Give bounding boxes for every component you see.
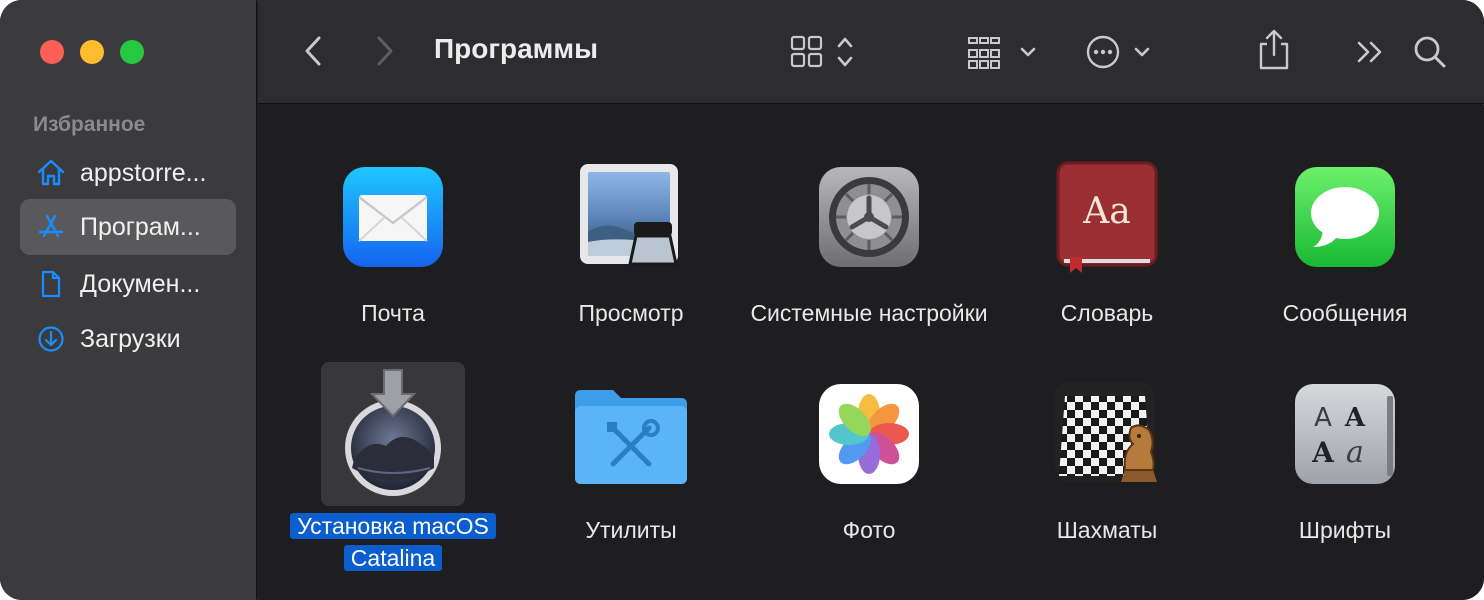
close-button[interactable] — [40, 40, 64, 64]
app-label: Шахматы — [1056, 517, 1158, 543]
font-book-icon: A A A a — [1273, 362, 1417, 506]
svg-text:A: A — [1311, 436, 1335, 469]
applications-icon — [34, 210, 68, 244]
sidebar-heading-favorites: Избранное — [33, 113, 146, 136]
app-install-macos-catalina[interactable]: Установка macOS Catalina — [273, 362, 513, 574]
sidebar-item-applications[interactable]: Програм... — [20, 199, 236, 255]
dictionary-icon: Aa — [1035, 145, 1179, 289]
minimize-button[interactable] — [80, 40, 104, 64]
more-actions-icon[interactable] — [1084, 34, 1154, 70]
home-icon — [34, 156, 68, 190]
app-label: Словарь — [1060, 300, 1154, 326]
app-mail[interactable]: Почта — [273, 145, 513, 329]
share-icon[interactable] — [1254, 28, 1294, 72]
app-system-preferences[interactable]: Системные настройки — [749, 145, 989, 329]
chess-icon — [1035, 362, 1179, 506]
zoom-button[interactable] — [120, 40, 144, 64]
app-label: Установка macOS Catalina — [290, 513, 496, 571]
app-label: Просмотр — [578, 300, 684, 326]
app-dictionary[interactable]: Aa Словарь — [987, 145, 1227, 329]
app-label: Сообщения — [1282, 300, 1408, 326]
group-icon[interactable] — [966, 34, 1040, 70]
preview-icon — [559, 145, 703, 289]
forward-icon[interactable] — [370, 34, 400, 68]
app-messages[interactable]: Сообщения — [1225, 145, 1465, 329]
search-icon[interactable] — [1412, 34, 1448, 70]
app-chess[interactable]: Шахматы — [987, 362, 1227, 546]
app-preview[interactable]: Просмотр — [511, 145, 751, 329]
sidebar-item-downloads[interactable]: Загрузки — [20, 311, 236, 367]
app-label: Фото — [842, 517, 896, 543]
app-label-selected: Установка macOS Catalina — [273, 510, 513, 574]
sidebar-item-label: Програм... — [80, 212, 201, 241]
file-grid: Почта Просмотр Системные настройки Aa Сл… — [258, 105, 1484, 600]
icon-view-icon[interactable] — [788, 34, 860, 70]
sidebar: Избранное appstorre... Програм... Докуме… — [0, 0, 257, 600]
messages-icon — [1273, 145, 1417, 289]
app-label: Почта — [361, 300, 425, 326]
app-label: Шрифты — [1298, 517, 1392, 543]
mail-icon — [321, 145, 465, 289]
app-label: Системные настройки — [750, 300, 988, 326]
app-utilities[interactable]: Утилиты — [511, 362, 751, 546]
utilities-folder-icon — [559, 362, 703, 506]
sidebar-item-label: Загрузки — [80, 324, 181, 353]
window-title: Программы — [434, 33, 599, 64]
finder-window: Избранное appstorre... Програм... Докуме… — [0, 0, 1484, 600]
system-preferences-icon — [797, 145, 941, 289]
sidebar-item-label: appstorre... — [80, 158, 207, 187]
svg-text:a: a — [1346, 435, 1364, 470]
sidebar-item-home[interactable]: appstorre... — [20, 145, 236, 201]
install-macos-icon — [321, 362, 465, 506]
app-label: Утилиты — [585, 517, 677, 543]
overflow-icon[interactable] — [1354, 36, 1388, 68]
back-icon[interactable] — [298, 34, 328, 68]
app-photos[interactable]: Фото — [749, 362, 989, 546]
toolbar: Программы — [258, 0, 1484, 104]
app-font-book[interactable]: A A A a Шрифты — [1225, 362, 1465, 546]
photos-icon — [797, 362, 941, 506]
sidebar-item-documents[interactable]: Докумен... — [20, 256, 236, 312]
svg-text:A: A — [1314, 403, 1332, 433]
svg-text:Aa: Aa — [1082, 191, 1130, 232]
sidebar-item-label: Докумен... — [80, 269, 201, 298]
document-icon — [34, 267, 68, 301]
download-icon — [34, 322, 68, 356]
svg-text:A: A — [1344, 403, 1366, 433]
